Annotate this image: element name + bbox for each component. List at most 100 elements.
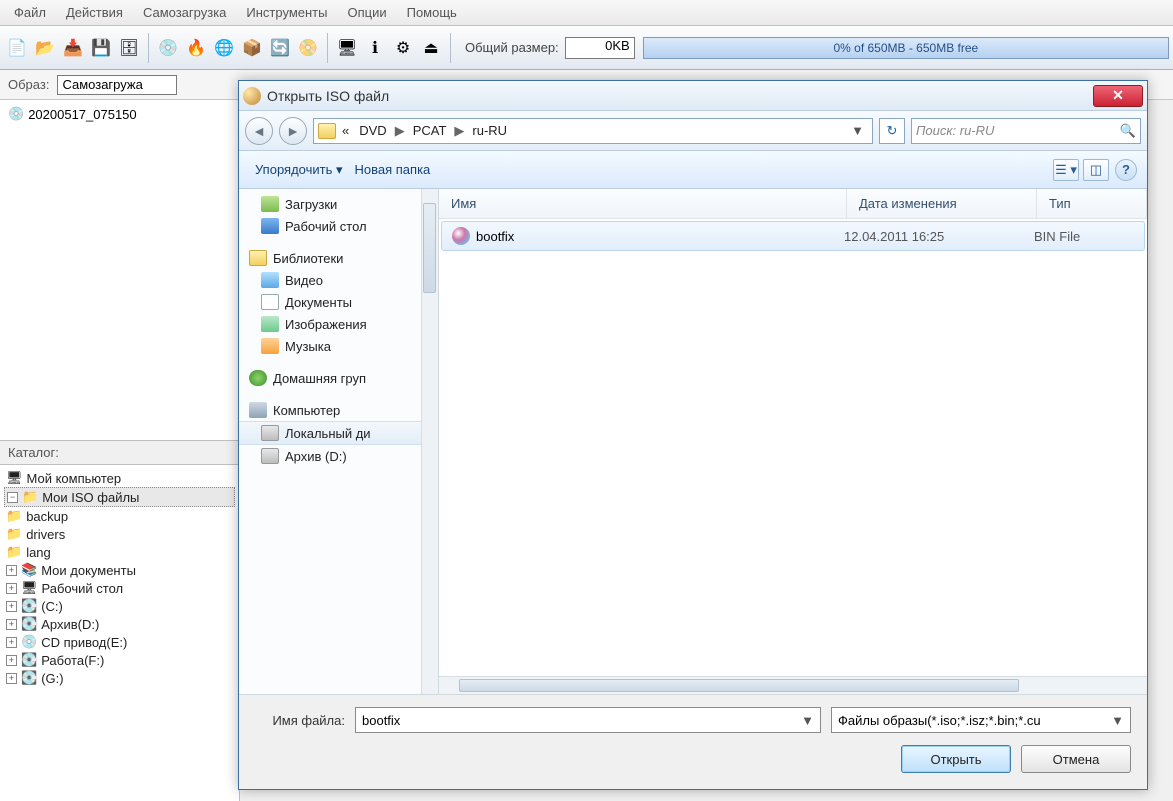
dropdown-icon[interactable]: ▼ bbox=[1111, 713, 1124, 728]
menu-file[interactable]: Файл bbox=[4, 2, 56, 23]
menu-boot[interactable]: Самозагрузка bbox=[133, 2, 236, 23]
places-sidebar[interactable]: Загрузки Рабочий стол Библиотеки Видео Д… bbox=[239, 189, 439, 694]
tb-compress-icon[interactable]: 📦 bbox=[239, 35, 265, 61]
filename-input[interactable]: bootfix ▼ bbox=[355, 707, 821, 733]
chevron-right-icon[interactable]: ▶ bbox=[393, 123, 407, 139]
folder-icon bbox=[318, 123, 336, 139]
address-dropdown-icon[interactable]: ▼ bbox=[847, 123, 868, 138]
file-list[interactable]: bootfix 12.04.2011 16:25 BIN File bbox=[439, 219, 1147, 676]
chevron-right-icon[interactable]: ▶ bbox=[452, 123, 466, 139]
place-libraries[interactable]: Библиотеки bbox=[239, 247, 438, 269]
sidebar-scrollbar[interactable] bbox=[421, 189, 438, 694]
col-name[interactable]: Имя bbox=[439, 189, 847, 218]
breadcrumb-pcat[interactable]: PCAT bbox=[409, 121, 451, 140]
catalog-tree[interactable]: 🖥Мой компьютер −📁Мои ISO файлы 📁backup 📁… bbox=[0, 465, 239, 801]
tb-disc-icon[interactable]: 💿 bbox=[155, 35, 181, 61]
image-tree[interactable]: 💿 20200517_075150 bbox=[0, 100, 239, 440]
tb-saveas-icon[interactable]: 🗄 bbox=[116, 35, 142, 61]
place-video[interactable]: Видео bbox=[239, 269, 438, 291]
file-list-header[interactable]: Имя Дата изменения Тип bbox=[439, 189, 1147, 219]
folder-icon: 📁 bbox=[6, 526, 22, 542]
open-button[interactable]: Открыть bbox=[901, 745, 1011, 773]
tb-mount-icon[interactable]: 🌐 bbox=[211, 35, 237, 61]
tb-eject-icon[interactable]: ⏏ bbox=[418, 35, 444, 61]
dialog-footer: Имя файла: bootfix ▼ Файлы образы(*.iso;… bbox=[239, 695, 1147, 789]
col-date[interactable]: Дата изменения bbox=[847, 189, 1037, 218]
dialog-titlebar[interactable]: Открыть ISO файл ✕ bbox=[239, 81, 1147, 111]
tree-drive-g[interactable]: +💽(G:) bbox=[4, 669, 235, 687]
tree-lang[interactable]: 📁lang bbox=[4, 543, 235, 561]
place-homegroup[interactable]: Домашняя груп bbox=[239, 367, 438, 389]
expand-icon[interactable]: + bbox=[6, 565, 17, 576]
address-bar[interactable]: « DVD ▶ PCAT ▶ ru-RU ▼ bbox=[313, 118, 873, 144]
expand-icon[interactable]: + bbox=[6, 619, 17, 630]
dialog-body: Загрузки Рабочий стол Библиотеки Видео Д… bbox=[239, 189, 1147, 695]
filetype-filter[interactable]: Файлы образы(*.iso;*.isz;*.bin;*.cu ▼ bbox=[831, 707, 1131, 733]
nav-back-button[interactable]: ◄ bbox=[245, 117, 273, 145]
tb-info-icon[interactable]: ℹ bbox=[362, 35, 388, 61]
place-music[interactable]: Музыка bbox=[239, 335, 438, 357]
cancel-button[interactable]: Отмена bbox=[1021, 745, 1131, 773]
tree-drive-f[interactable]: +💽Работа(F:) bbox=[4, 651, 235, 669]
breadcrumb-dvd[interactable]: DVD bbox=[355, 121, 390, 140]
tb-settings-icon[interactable]: ⚙ bbox=[390, 35, 416, 61]
expand-icon[interactable]: + bbox=[6, 673, 17, 684]
image-tree-node[interactable]: 💿 20200517_075150 bbox=[4, 104, 235, 124]
scrollbar-thumb[interactable] bbox=[423, 203, 436, 293]
file-row-bootfix[interactable]: bootfix 12.04.2011 16:25 BIN File bbox=[441, 221, 1145, 251]
tree-backup[interactable]: 📁backup bbox=[4, 507, 235, 525]
tree-desktop[interactable]: +🖥Рабочий стол bbox=[4, 579, 235, 597]
place-documents[interactable]: Документы bbox=[239, 291, 438, 313]
tb-open-icon[interactable]: 📂 bbox=[32, 35, 58, 61]
menu-help[interactable]: Помощь bbox=[397, 2, 467, 23]
menu-tools[interactable]: Инструменты bbox=[236, 2, 337, 23]
breadcrumb-ruru[interactable]: ru-RU bbox=[468, 121, 511, 140]
tb-burn-icon[interactable]: 🔥 bbox=[183, 35, 209, 61]
computer-icon bbox=[249, 402, 267, 418]
refresh-button[interactable]: ↻ bbox=[879, 118, 905, 144]
search-input[interactable]: Поиск: ru-RU 🔍 bbox=[911, 118, 1141, 144]
place-downloads[interactable]: Загрузки bbox=[239, 193, 438, 215]
nav-forward-button[interactable]: ► bbox=[279, 117, 307, 145]
tb-convert-icon[interactable]: 🔄 bbox=[267, 35, 293, 61]
expand-icon[interactable]: + bbox=[6, 637, 17, 648]
tb-new-icon[interactable]: 📄 bbox=[4, 35, 30, 61]
tree-my-iso[interactable]: −📁Мои ISO файлы bbox=[4, 487, 235, 507]
place-local-disk[interactable]: Локальный ди bbox=[239, 421, 438, 445]
close-button[interactable]: ✕ bbox=[1093, 85, 1143, 107]
image-name-input[interactable] bbox=[57, 75, 177, 95]
expand-icon[interactable]: + bbox=[6, 601, 17, 612]
tree-my-docs[interactable]: +📚Мои документы bbox=[4, 561, 235, 579]
tb-cd-icon[interactable]: 📀 bbox=[295, 35, 321, 61]
new-folder-button[interactable]: Новая папка bbox=[349, 160, 437, 179]
preview-pane-button[interactable]: ◫ bbox=[1083, 159, 1109, 181]
file-date: 12.04.2011 16:25 bbox=[844, 229, 1034, 244]
main-menubar[interactable]: Файл Действия Самозагрузка Инструменты О… bbox=[0, 0, 1173, 26]
help-button[interactable]: ? bbox=[1115, 159, 1137, 181]
tree-drive-c[interactable]: +💽(C:) bbox=[4, 597, 235, 615]
col-type[interactable]: Тип bbox=[1037, 189, 1147, 218]
place-images[interactable]: Изображения bbox=[239, 313, 438, 335]
menu-actions[interactable]: Действия bbox=[56, 2, 133, 23]
dropdown-icon[interactable]: ▼ bbox=[801, 713, 814, 728]
menu-options[interactable]: Опции bbox=[337, 2, 396, 23]
tb-save-icon[interactable]: 💾 bbox=[88, 35, 114, 61]
expand-icon[interactable]: + bbox=[6, 655, 17, 666]
tb-vm-icon[interactable]: 🖥 bbox=[334, 35, 360, 61]
place-computer[interactable]: Компьютер bbox=[239, 399, 438, 421]
tree-my-computer[interactable]: 🖥Мой компьютер bbox=[4, 469, 235, 487]
place-desktop[interactable]: Рабочий стол bbox=[239, 215, 438, 237]
scrollbar-thumb[interactable] bbox=[459, 679, 1019, 692]
view-mode-button[interactable]: ☰ ▾ bbox=[1053, 159, 1079, 181]
file-list-hscrollbar[interactable] bbox=[439, 676, 1147, 694]
organize-button[interactable]: Упорядочить ▾ bbox=[249, 160, 349, 180]
tb-append-icon[interactable]: 📥 bbox=[60, 35, 86, 61]
tree-drivers[interactable]: 📁drivers bbox=[4, 525, 235, 543]
place-archive-d[interactable]: Архив (D:) bbox=[239, 445, 438, 467]
search-icon[interactable]: 🔍 bbox=[1120, 123, 1136, 139]
expand-icon[interactable]: + bbox=[6, 583, 17, 594]
collapse-icon[interactable]: − bbox=[7, 492, 18, 503]
tree-drive-d[interactable]: +💽Архив(D:) bbox=[4, 615, 235, 633]
tree-cd-drive[interactable]: +💿CD привод(E:) bbox=[4, 633, 235, 651]
music-icon bbox=[261, 338, 279, 354]
